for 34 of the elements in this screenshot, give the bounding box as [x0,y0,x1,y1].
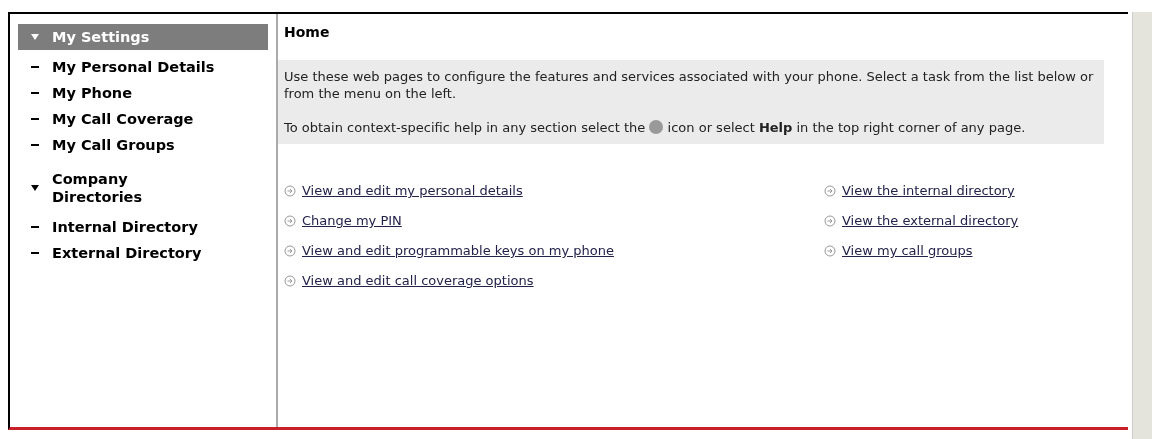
menu-item[interactable]: My Call Coverage [52,110,252,128]
task-link[interactable]: Change my PIN [302,212,402,229]
arrow-circle-icon [824,244,836,257]
menu-item[interactable]: My Call Groups [52,136,252,154]
task-link[interactable]: View the external directory [842,212,1019,229]
dash-icon [31,144,39,146]
menu-item[interactable]: My Phone [52,84,252,102]
arrow-circle-icon [824,214,836,227]
arrow-circle-icon [284,214,296,227]
dash-icon [31,226,39,228]
dash-icon [31,118,39,120]
intro-text: Use these web pages to configure the features and services associated with your phone. Select a task from the list below or from the menu on the left. [284,68,1095,102]
arrow-circle-icon [824,184,836,197]
help-text: icon or select Help in the top right corner of any page. [667,120,1026,135]
dash-icon [31,92,39,94]
task-link[interactable]: View and edit call coverage options [302,272,534,289]
scrollbar[interactable] [1132,12,1152,439]
menu-section[interactable]: My Settings [18,24,268,50]
menu-item[interactable]: External Directory [52,244,252,262]
menu-section[interactable]: Company Directories [18,166,268,210]
task-link[interactable]: View and edit my personal details [302,182,523,199]
help-text: To obtain context-specific help in any section select the [284,120,646,135]
task-link[interactable]: View the internal directory [842,182,1015,199]
menu-item[interactable]: My Personal Details [52,58,252,76]
arrow-circle-icon [284,184,296,197]
dash-icon [31,66,39,68]
arrow-circle-icon [284,244,296,257]
help-icon [649,120,664,134]
page-title: Home [283,23,331,42]
task-link[interactable]: View and edit programmable keys on my phone [302,242,614,259]
arrow-circle-icon [284,274,296,287]
dash-icon [31,252,39,254]
menu-item[interactable]: Internal Directory [52,218,252,236]
task-link[interactable]: View my call groups [842,242,973,259]
